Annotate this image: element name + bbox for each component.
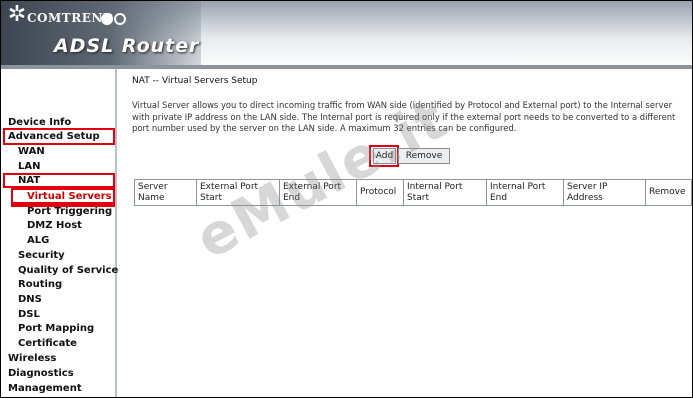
sidebar-item-routing[interactable]: Routing bbox=[18, 279, 62, 291]
router-window: ✲ COMTREND ADSL Router Device Info Advan… bbox=[0, 0, 693, 398]
product-title: ADSL Router bbox=[54, 35, 200, 57]
sidebar-item-wireless[interactable]: Wireless bbox=[8, 353, 56, 365]
column-header-external-port-end: External Port End bbox=[279, 179, 357, 206]
main-content: NAT -- Virtual Servers Setup Virtual Ser… bbox=[119, 69, 692, 397]
sidebar-item-management[interactable]: Management bbox=[8, 383, 82, 395]
header-banner: ✲ COMTREND ADSL Router bbox=[1, 1, 692, 69]
sidebar-item-certificate[interactable]: Certificate bbox=[18, 338, 77, 350]
column-header-internal-port-start: Internal Port Start bbox=[403, 179, 487, 206]
logo-circles-icon bbox=[101, 10, 127, 29]
sidebar-item-dsl[interactable]: DSL bbox=[18, 309, 40, 321]
remove-button[interactable]: Remove bbox=[398, 148, 450, 164]
column-header-server-ip-address: Server IP Address bbox=[563, 179, 646, 206]
page-title: NAT -- Virtual Servers Setup bbox=[132, 76, 258, 86]
virtual-servers-table: Server Name External Port Start External… bbox=[134, 179, 692, 206]
sidebar-item-virtual-servers[interactable]: Virtual Servers bbox=[27, 191, 112, 203]
sidebar-item-lan[interactable]: LAN bbox=[18, 161, 40, 173]
column-header-remove: Remove bbox=[645, 179, 692, 206]
page-description: Virtual Server allows you to direct inco… bbox=[132, 100, 676, 133]
sidebar-item-wan[interactable]: WAN bbox=[18, 146, 45, 158]
column-header-internal-port-end: Internal Port End bbox=[486, 179, 564, 206]
sidebar-item-port-triggering[interactable]: Port Triggering bbox=[27, 206, 112, 218]
sidebar-nav: Device Info Advanced Setup WAN LAN NAT V… bbox=[1, 69, 118, 397]
column-header-protocol: Protocol bbox=[356, 179, 404, 206]
sidebar-item-diagnostics[interactable]: Diagnostics bbox=[8, 368, 74, 380]
sidebar-item-dns[interactable]: DNS bbox=[18, 294, 42, 306]
sun-logo-icon: ✲ bbox=[7, 2, 27, 27]
sidebar-item-security[interactable]: Security bbox=[18, 250, 65, 262]
sidebar-item-advanced-setup[interactable]: Advanced Setup bbox=[8, 131, 100, 143]
sidebar-item-port-mapping[interactable]: Port Mapping bbox=[18, 323, 94, 335]
add-button[interactable]: Add bbox=[373, 148, 396, 164]
sidebar-item-quality-of-service[interactable]: Quality of Service bbox=[18, 265, 118, 277]
table-header-row: Server Name External Port Start External… bbox=[134, 179, 692, 206]
sidebar-item-nat[interactable]: NAT bbox=[18, 175, 40, 187]
sidebar-item-alg[interactable]: ALG bbox=[27, 235, 49, 247]
column-header-external-port-start: External Port Start bbox=[196, 179, 280, 206]
sidebar-item-dmz-host[interactable]: DMZ Host bbox=[27, 220, 82, 232]
column-header-server-name: Server Name bbox=[134, 179, 197, 206]
